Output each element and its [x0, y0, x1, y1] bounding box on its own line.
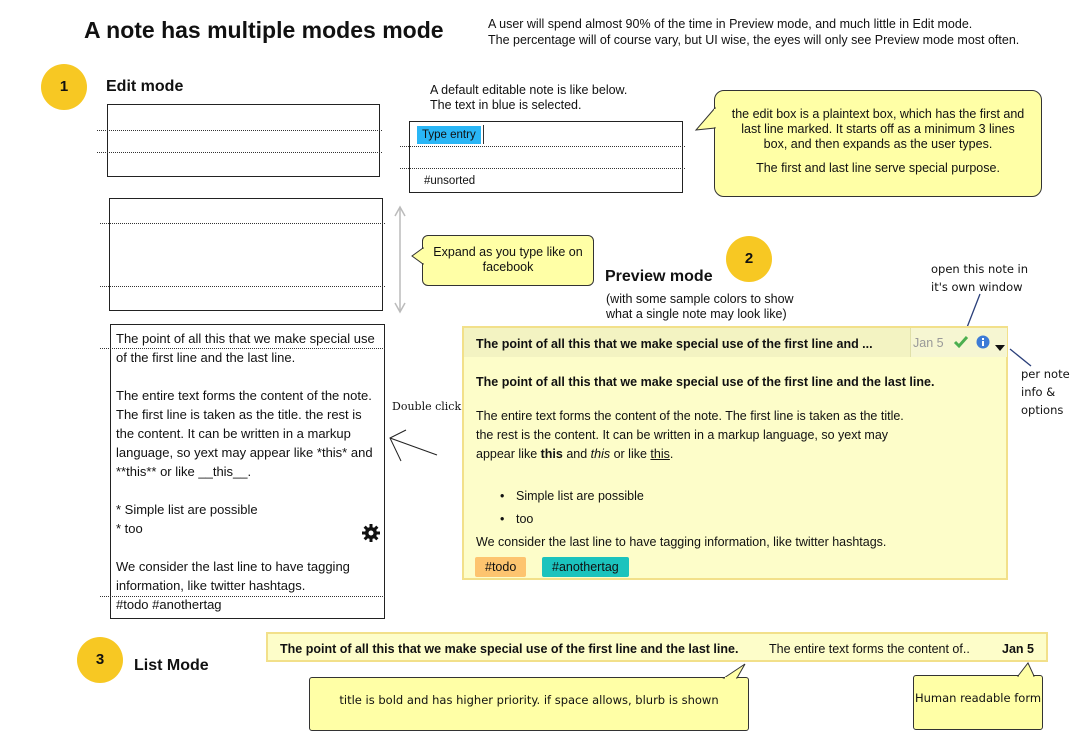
callout-pointer	[1016, 662, 1035, 677]
